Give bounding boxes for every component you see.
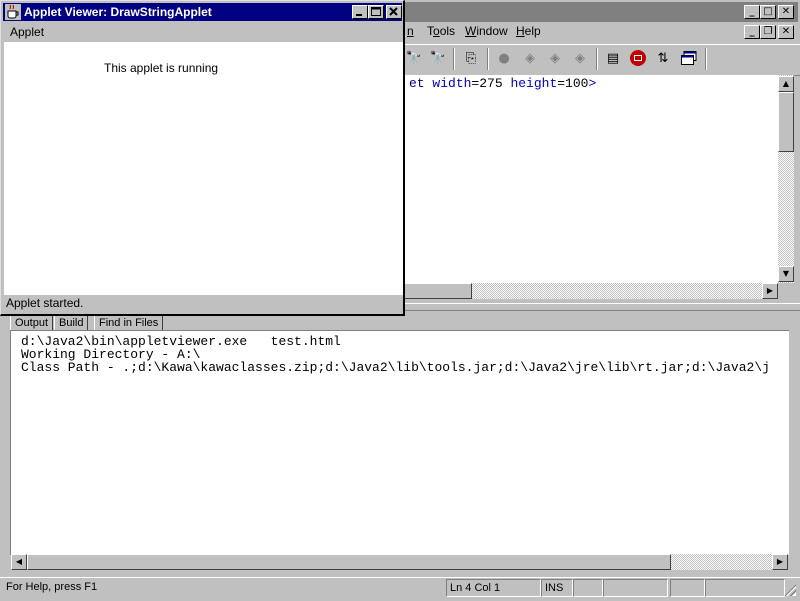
transfer-icon[interactable]: ⇅ <box>653 48 673 68</box>
tab-build[interactable]: Build <box>54 315 89 330</box>
child-close-button[interactable]: ✕ <box>778 25 794 39</box>
applet-maximize-button[interactable] <box>368 5 384 19</box>
ide-menubar <box>400 22 800 42</box>
find-next-icon[interactable]: 🔭 <box>428 48 448 68</box>
editor-attr: width <box>424 76 472 91</box>
child-minimize-button[interactable]: _ <box>744 25 760 39</box>
menu-tools[interactable]: Tools <box>427 24 455 38</box>
output-line: Class Path - .;d:\Kawa\kawaclasses.zip;d… <box>21 361 770 375</box>
step-over-icon[interactable]: ◈ <box>545 48 565 68</box>
output-hscroll-thumb[interactable] <box>27 554 671 570</box>
editor-corner <box>778 283 794 299</box>
menu-window[interactable]: Window <box>465 24 508 38</box>
editor-scroll-up-button[interactable]: ▲ <box>778 76 794 92</box>
output-scroll-left-button[interactable]: ◀ <box>11 554 27 570</box>
maximize-icon <box>371 7 381 16</box>
applet-close-button[interactable] <box>386 5 402 19</box>
child-restore-button[interactable]: ❐ <box>760 25 776 39</box>
tab-find-in-files[interactable]: Find in Files <box>94 315 164 330</box>
status-cell-empty <box>573 579 603 597</box>
output-line: Working Directory - A:\ <box>21 347 201 362</box>
toolbar-separator <box>487 48 489 70</box>
toolbar-separator <box>453 48 455 70</box>
editor-hscroll-thumb[interactable] <box>400 283 472 299</box>
toolbar-separator <box>596 48 598 70</box>
editor-tag-end: > <box>588 76 597 91</box>
debug-icon[interactable]: ▤ <box>603 48 623 68</box>
editor[interactable] <box>400 75 778 283</box>
status-position: Ln 4 Col 1 <box>446 579 541 597</box>
applet-status: Applet started. <box>6 296 84 310</box>
status-cell-empty <box>705 579 785 597</box>
menu-help[interactable]: Help <box>516 24 541 38</box>
applet-content <box>4 42 403 295</box>
editor-scroll-down-button[interactable]: ▼ <box>778 266 794 282</box>
status-cell-empty <box>603 579 668 597</box>
minimize-icon <box>356 14 362 16</box>
ide-minimize-button[interactable]: _ <box>744 5 760 19</box>
applet-text: This applet is running <box>104 61 219 75</box>
applet-window-title: Applet Viewer: DrawStringApplet <box>24 5 212 19</box>
step-into-icon[interactable]: ◈ <box>520 48 540 68</box>
status-mode: INS <box>541 579 573 597</box>
editor-value: =275 <box>471 76 511 91</box>
close-icon <box>389 7 398 16</box>
editor-keyword: et <box>409 76 425 91</box>
editor-value: =100 <box>557 76 589 91</box>
toolbar <box>400 44 800 76</box>
editor-scroll-right-button[interactable]: ▶ <box>762 283 778 299</box>
applet-menu[interactable]: Applet <box>10 25 44 39</box>
toolbar-separator <box>705 48 707 70</box>
find-icon[interactable]: 🔭 <box>404 48 424 68</box>
status-help-text: For Help, press F1 <box>6 581 98 593</box>
status-cell-empty <box>670 579 705 597</box>
applet-minimize-button[interactable] <box>352 5 368 19</box>
step-out-icon[interactable]: ◈ <box>570 48 590 68</box>
menu-build[interactable]: n <box>407 24 414 38</box>
editor-attr: height <box>510 76 558 91</box>
ide-maximize-button[interactable]: □ <box>760 5 776 19</box>
ide-titlebar <box>400 2 798 22</box>
tab-output[interactable]: Output <box>10 315 54 330</box>
output-scroll-right-button[interactable]: ▶ <box>772 554 788 570</box>
editor-vscroll-thumb[interactable] <box>778 92 794 152</box>
window-icon[interactable] <box>679 48 699 68</box>
stop-icon[interactable] <box>628 48 648 68</box>
resize-grip[interactable] <box>784 584 796 596</box>
run-icon[interactable]: ● <box>494 48 514 68</box>
ide-close-button[interactable]: ✕ <box>778 5 794 19</box>
editor-line: et width=275 height=100> <box>409 77 596 91</box>
java-cup-icon <box>5 4 21 20</box>
compile-icon[interactable]: ⎘ <box>461 48 481 68</box>
